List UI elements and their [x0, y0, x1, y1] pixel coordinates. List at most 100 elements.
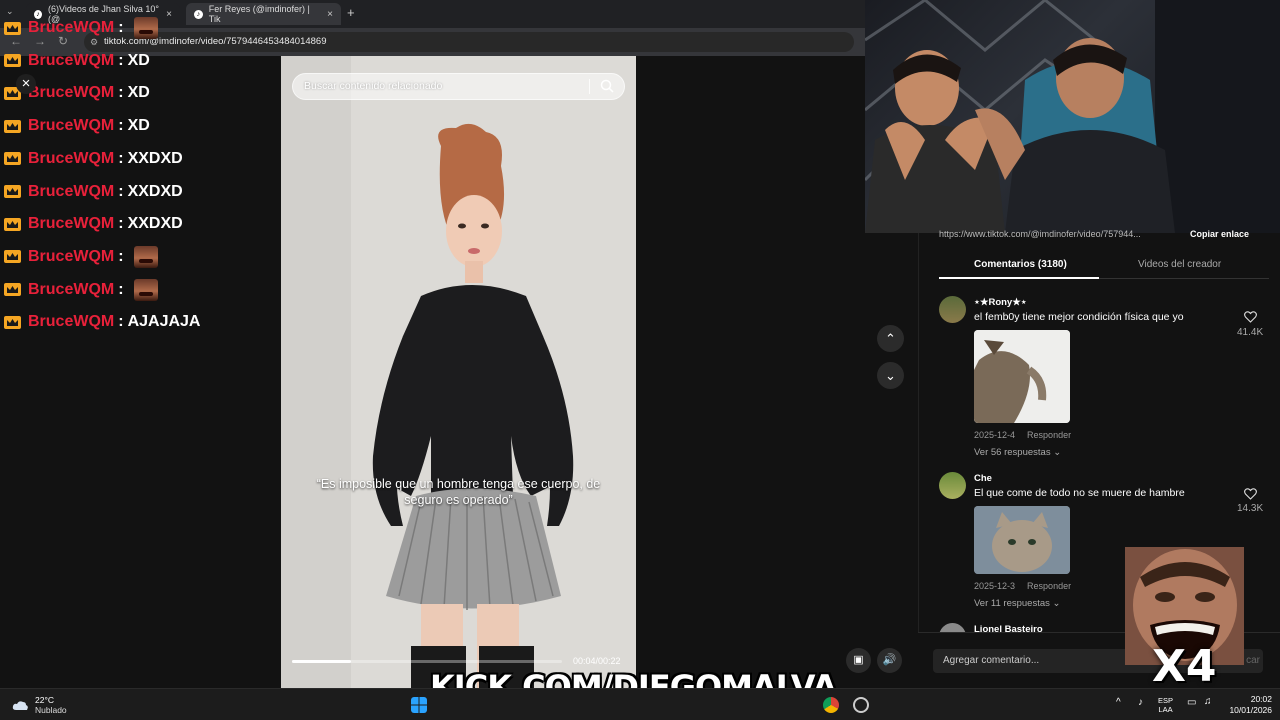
crown-icon: [4, 217, 21, 231]
chat-separator: :: [118, 280, 124, 298]
clock-date: 10/01/2026: [1229, 705, 1272, 715]
chat-separator: :: [118, 19, 124, 36]
search-divider: [589, 79, 590, 94]
comment-date: 2025-12-3: [974, 581, 1016, 591]
close-icon[interactable]: ×: [16, 74, 36, 94]
microphone-icon[interactable]: ♪: [1138, 698, 1143, 708]
search-placeholder: Buscar contenido relacionado: [304, 80, 443, 92]
volume-icon[interactable]: 🔊: [877, 648, 902, 673]
chat-text: XXDXD: [127, 215, 183, 233]
app-icon[interactable]: [853, 697, 869, 713]
close-tab-icon[interactable]: ×: [166, 9, 172, 20]
tab-creator-videos[interactable]: Videos del creador: [1138, 259, 1221, 270]
crown-icon: [4, 152, 21, 166]
weather-widget[interactable]: 22°C Nublado: [12, 695, 67, 715]
chevron-up-icon[interactable]: ^: [1116, 698, 1121, 708]
next-video-button[interactable]: ⌄: [877, 362, 904, 389]
heart-icon[interactable]: [1244, 488, 1257, 500]
comment-gif[interactable]: [974, 506, 1070, 574]
chrome-icon[interactable]: [823, 697, 839, 713]
close-tab-icon[interactable]: ×: [327, 9, 333, 20]
comment-username[interactable]: ⋆★Rony★⋆: [974, 297, 1027, 308]
windows-start-icon[interactable]: [411, 697, 427, 713]
cloud-icon: [12, 701, 28, 710]
webcam-image: [865, 0, 1280, 233]
address-bar[interactable]: ⚙ tiktok.com/@imdinofer/video/7579446453…: [84, 32, 854, 52]
tiktok-icon: ♪: [194, 9, 203, 19]
comment-gif[interactable]: [974, 330, 1070, 423]
tab-title: Fer Reyes (@imdinofer) | Tik: [208, 4, 310, 24]
chat-username[interactable]: BruceWQM: [28, 248, 114, 266]
reply-button[interactable]: Responder: [1027, 581, 1071, 591]
share-link: https://www.tiktok.com/@imdinofer/video/…: [939, 229, 1141, 239]
chat-text: AJAJAJA: [127, 313, 201, 331]
chat-username[interactable]: BruceWQM: [28, 117, 114, 135]
video-progress-bar[interactable]: [292, 660, 562, 663]
progress-fill: [292, 660, 352, 663]
replies-label: Ver 11 respuestas: [974, 598, 1050, 609]
keyboard-layout: LAA: [1158, 705, 1173, 714]
view-replies-button[interactable]: Ver 11 respuestas ⌄: [974, 598, 1060, 609]
chat-message: BruceWQM: XD: [4, 114, 150, 138]
chat-username[interactable]: BruceWQM: [28, 150, 114, 168]
chat-message: BruceWQM:: [4, 278, 158, 302]
chevron-down-icon: ⌄: [1053, 447, 1062, 458]
chat-username[interactable]: BruceWQM: [28, 84, 114, 102]
like-count: 41.4K: [1237, 327, 1264, 338]
post-comment-button[interactable]: car: [1246, 655, 1260, 666]
chevron-down-icon: ⌄: [1052, 598, 1061, 609]
chat-message: BruceWQM:: [4, 16, 158, 40]
search-icon[interactable]: [600, 79, 614, 93]
copy-link-button[interactable]: Copiar enlace: [1190, 229, 1249, 239]
crown-icon: [4, 250, 21, 264]
chat-text: XD: [127, 51, 150, 69]
crown-icon: [4, 21, 21, 35]
comment-meta: 2025-12-4 Responder: [974, 430, 1071, 440]
chat-separator: :: [118, 247, 124, 265]
display-icon[interactable]: ▭: [1187, 698, 1196, 708]
language-indicator[interactable]: ESP LAA: [1158, 696, 1173, 714]
chat-username[interactable]: BruceWQM: [28, 183, 114, 201]
chat-username[interactable]: BruceWQM: [28, 52, 114, 70]
chat-message: BruceWQM: AJAJAJA: [4, 310, 200, 334]
chat-message: BruceWQM:: [4, 245, 158, 269]
temperature: 22°C: [35, 695, 54, 705]
avatar[interactable]: [939, 296, 966, 323]
comment-date: 2025-12-4: [974, 430, 1016, 440]
new-tab-button[interactable]: +: [347, 5, 355, 20]
chat-emote: [133, 245, 158, 268]
heart-icon[interactable]: [1244, 311, 1257, 323]
chat-separator: :: [118, 51, 124, 69]
clock-time: 20:02: [1250, 694, 1272, 704]
chat-text: XD: [127, 117, 150, 135]
weather-condition: Nublado: [35, 705, 67, 715]
chat-username[interactable]: BruceWQM: [28, 19, 114, 37]
pip-icon[interactable]: ▣: [846, 648, 871, 673]
chat-separator: :: [118, 313, 124, 331]
tab-comments[interactable]: Comentarios (3180): [974, 259, 1067, 270]
multiplier-label: X4: [1152, 641, 1217, 692]
tab-fer-reyes[interactable]: ♪ Fer Reyes (@imdinofer) | Tik ×: [186, 3, 341, 25]
related-search-input[interactable]: Buscar contenido relacionado: [292, 73, 625, 100]
taskbar: 22°C Nublado ^ ♪ ESP LAA ▭ ♫ 20:02 10/01…: [0, 688, 1280, 720]
chat-separator: :: [118, 84, 124, 102]
chat-username[interactable]: BruceWQM: [28, 215, 114, 233]
comment-text: el femb0y tiene mejor condición física q…: [974, 311, 1184, 323]
language-code: ESP: [1158, 696, 1174, 705]
chat-separator: :: [118, 149, 124, 167]
chat-message: BruceWQM: XXDXD: [4, 180, 183, 204]
system-clock[interactable]: 20:02 10/01/2026: [1222, 694, 1272, 716]
view-replies-button[interactable]: Ver 56 respuestas ⌄: [974, 447, 1061, 458]
chat-username[interactable]: BruceWQM: [28, 313, 114, 331]
share-link-row: https://www.tiktok.com/@imdinofer/video/…: [939, 229, 1269, 241]
previous-video-button[interactable]: ⌃: [877, 325, 904, 352]
comment-username[interactable]: Che: [974, 473, 992, 484]
chat-message: BruceWQM: XXDXD: [4, 212, 183, 236]
like-count: 14.3K: [1237, 503, 1264, 514]
avatar[interactable]: [939, 472, 966, 499]
reply-button[interactable]: Responder: [1027, 430, 1071, 440]
video-player[interactable]: Buscar contenido relacionado “Es imposib…: [281, 56, 636, 688]
screen: ⌄ ♪ (6)Videos de Jhan Silva 10° (@ × ♪ F…: [0, 0, 1280, 720]
chat-username[interactable]: BruceWQM: [28, 281, 114, 299]
volume-icon[interactable]: ♫: [1204, 697, 1212, 707]
